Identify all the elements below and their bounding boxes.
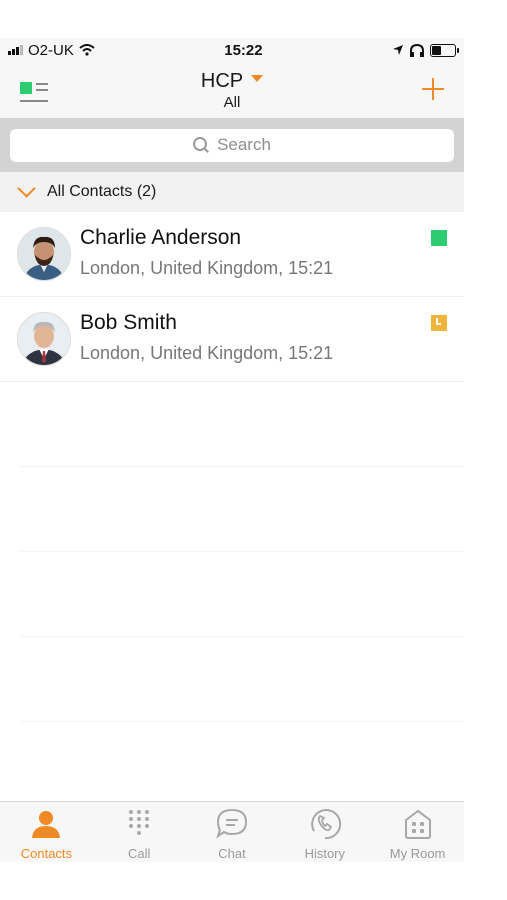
contact-location: London, United Kingdom, 15:21 bbox=[80, 343, 334, 363]
empty-row bbox=[20, 467, 464, 552]
nav-bar: HCP All bbox=[0, 62, 464, 118]
tab-label: History bbox=[304, 846, 346, 861]
room-icon bbox=[404, 809, 431, 839]
carrier-label: O2-UK bbox=[28, 41, 74, 59]
tab-label: My Room bbox=[389, 846, 446, 861]
person-icon bbox=[32, 811, 61, 838]
status-time: 15:22 bbox=[224, 41, 263, 59]
contact-row[interactable]: Charlie Anderson London, United Kingdom,… bbox=[0, 212, 464, 297]
nav-subtitle: All bbox=[223, 94, 241, 111]
battery-icon bbox=[430, 43, 459, 57]
signal-icon bbox=[8, 45, 23, 55]
wifi-icon bbox=[79, 44, 95, 56]
status-bar: O2-UK 15:22 bbox=[0, 38, 464, 62]
contact-location: London, United Kingdom, 15:21 bbox=[80, 258, 334, 278]
empty-row bbox=[20, 382, 464, 467]
chat-bubble-icon bbox=[216, 808, 247, 839]
tab-label: Contacts bbox=[20, 846, 73, 861]
empty-row bbox=[20, 552, 464, 637]
add-contact-icon[interactable] bbox=[422, 78, 444, 100]
location-arrow-icon bbox=[393, 45, 403, 55]
nav-title-row[interactable]: HCP bbox=[200, 70, 264, 93]
contact-row[interactable]: Bob Smith London, United Kingdom, 15:21 bbox=[0, 297, 464, 382]
empty-row bbox=[20, 637, 464, 722]
search-input[interactable]: Search bbox=[10, 128, 454, 162]
presence-away-clock-icon bbox=[431, 315, 447, 331]
tab-contacts[interactable]: Contacts bbox=[0, 802, 93, 862]
dropdown-caret-icon bbox=[251, 75, 264, 82]
search-icon bbox=[193, 137, 209, 153]
tab-label: Chat bbox=[218, 846, 246, 861]
tab-label: Call bbox=[127, 846, 151, 861]
tab-history[interactable]: History bbox=[278, 802, 371, 862]
headphones-icon bbox=[410, 43, 424, 57]
status-right bbox=[392, 43, 459, 57]
status-left: O2-UK bbox=[8, 42, 95, 59]
avatar bbox=[17, 227, 71, 281]
dialpad-icon bbox=[129, 810, 150, 835]
contact-name: Bob Smith bbox=[80, 311, 177, 334]
section-header[interactable]: All Contacts (2) bbox=[0, 172, 464, 212]
presence-available-icon bbox=[431, 230, 447, 246]
chevron-down-icon[interactable] bbox=[17, 179, 36, 198]
contact-name: Charlie Anderson bbox=[80, 226, 242, 249]
phone-screen: O2-UK 15:22 HCP All Search All Contacts … bbox=[0, 38, 464, 862]
title-group[interactable]: HCP All bbox=[0, 70, 464, 111]
search-bar: Search bbox=[0, 118, 464, 172]
section-label: All Contacts (2) bbox=[47, 183, 157, 200]
tab-call[interactable]: Call bbox=[93, 802, 186, 862]
tab-my-room[interactable]: My Room bbox=[371, 802, 464, 862]
avatar bbox=[17, 312, 71, 366]
tab-bar: Contacts Call Chat History My Room bbox=[0, 801, 464, 862]
search-placeholder: Search bbox=[217, 135, 271, 154]
tab-chat[interactable]: Chat bbox=[186, 802, 279, 862]
nav-title: HCP bbox=[200, 70, 244, 92]
history-phone-icon bbox=[310, 809, 341, 840]
